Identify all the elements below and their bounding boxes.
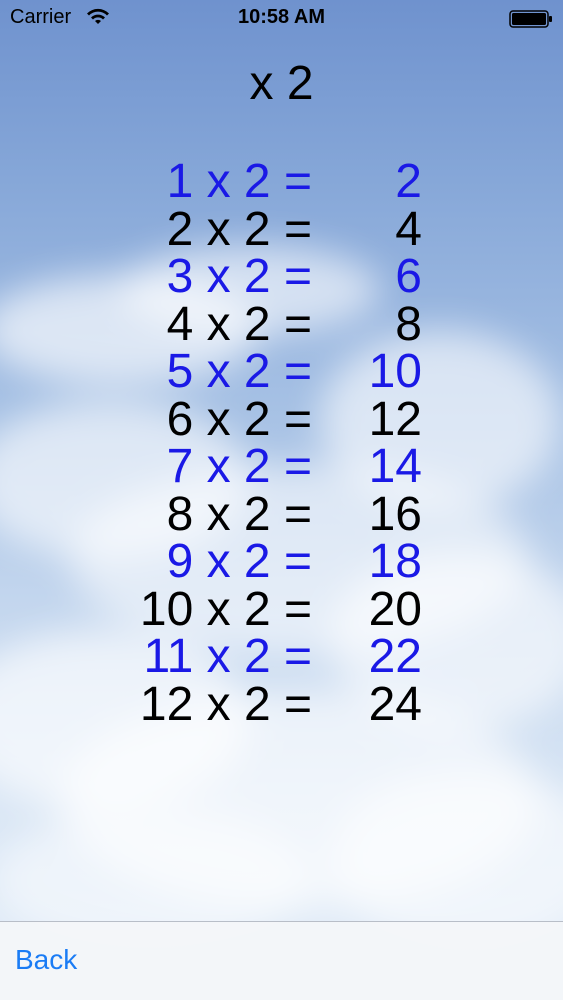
table-row: 12 x 2 = 24 — [60, 675, 440, 731]
table-row: 8 x 2 = 16 — [60, 485, 440, 541]
battery-icon — [509, 10, 552, 28]
status-time: 10:58 AM — [237, 6, 326, 28]
multiplication-table: 1 x 2 = 2 2 x 2 = 4 3 x 2 = 6 4 x 2 = 8 5 x 2 = 1… — [60, 152, 440, 731]
back-button[interactable]: Back — [15, 944, 77, 976]
table-row: 10 x 2 = 20 — [60, 580, 440, 636]
table-row: 11 x 2 = 22 — [60, 627, 440, 683]
table-row: 9 x 2 = 18 — [60, 532, 440, 588]
page-title: x 2 — [249, 57, 314, 110]
bottom-toolbar: Back — [0, 921, 563, 1000]
row-result: 24 — [368, 677, 422, 731]
table-row: 7 x 2 = 14 — [60, 437, 440, 493]
table-row: 4 x 2 = 8 — [60, 295, 440, 351]
table-row: 2 x 2 = 4 — [60, 200, 440, 256]
row-expression: 12 x 2 = — [139, 677, 312, 731]
table-row: 3 x 2 = 6 — [60, 247, 440, 303]
table-row: 5 x 2 = 10 — [60, 342, 440, 398]
status-bar: Carrier 10:58 AM — [0, 0, 563, 40]
table-row: 1 x 2 = 2 — [60, 152, 440, 208]
table-row: 6 x 2 = 12 — [60, 390, 440, 446]
